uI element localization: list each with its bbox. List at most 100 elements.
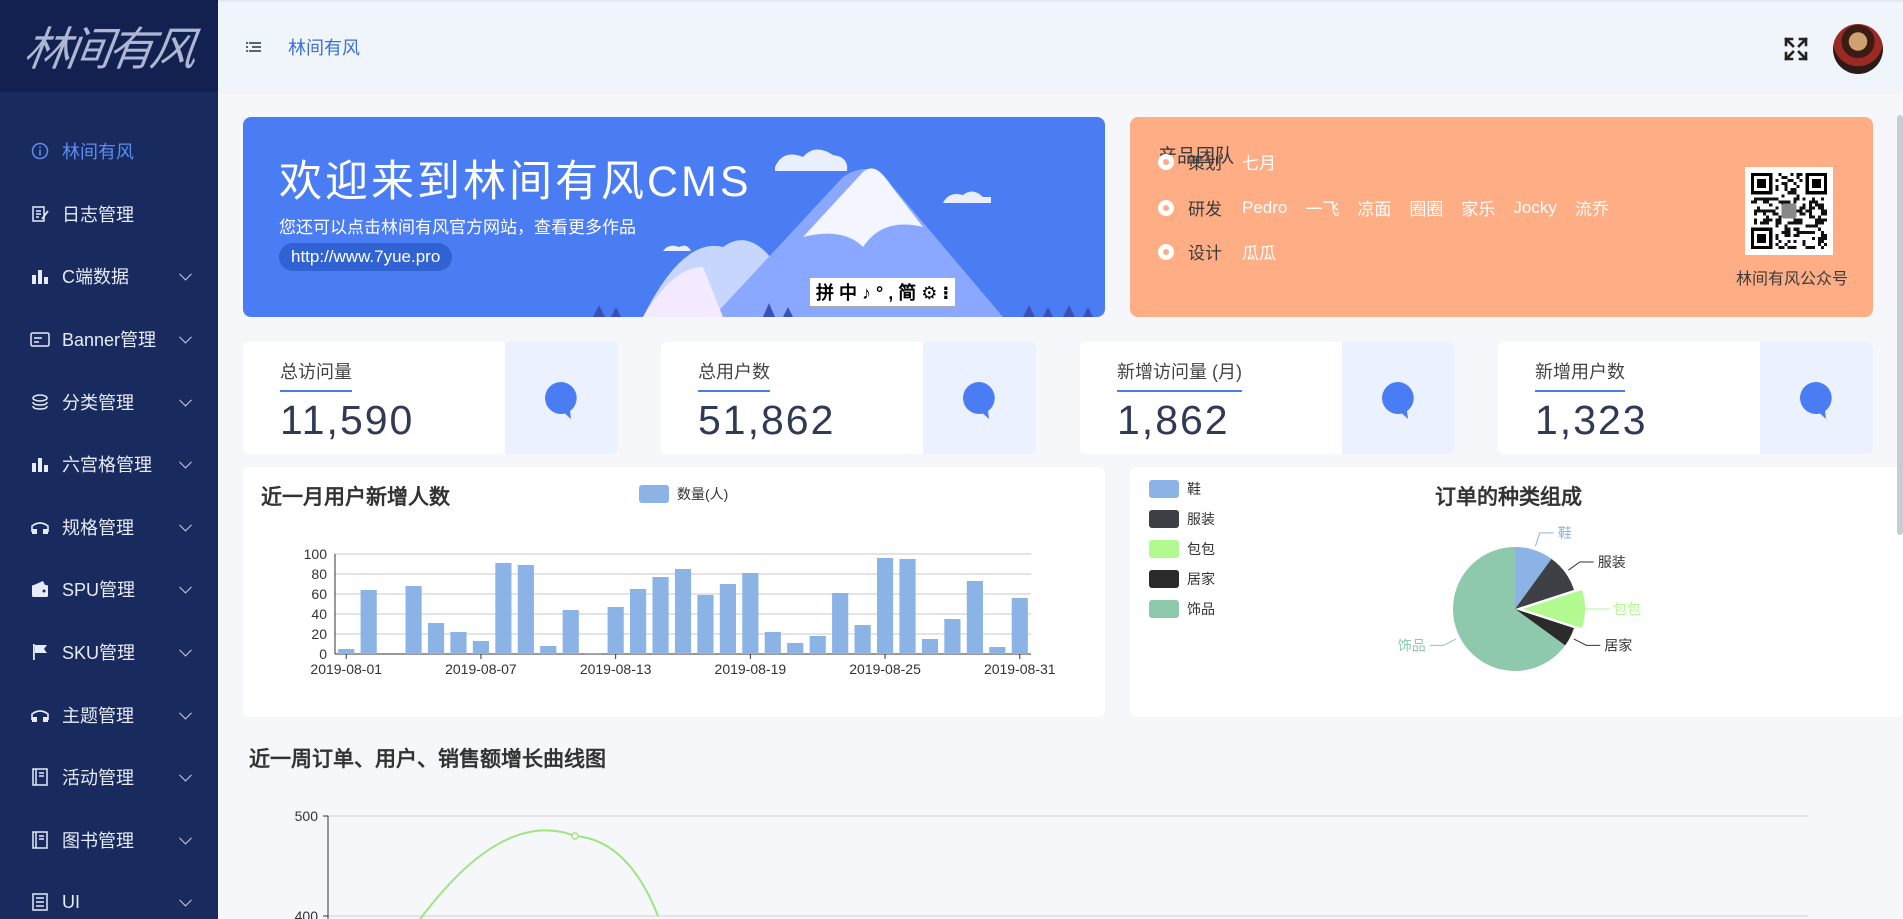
user-avatar[interactable] [1833,24,1883,74]
bar[interactable] [674,569,692,654]
website-link[interactable]: http://www.7yue.pro [279,243,453,271]
sidebar-item-10[interactable]: 活动管理 [0,746,218,809]
bar[interactable] [764,632,781,654]
bar[interactable] [787,643,804,654]
bar[interactable] [944,619,961,654]
bar[interactable] [697,595,714,654]
team-role: 研发 [1188,200,1222,219]
team-row: 设计 瓜瓜 [1158,239,1294,264]
team-member: 瓜瓜 [1242,244,1276,263]
pie-label-line [1568,561,1594,571]
stat-icon-panel [923,342,1036,454]
bar[interactable] [921,639,939,654]
product-team-card: 产品团队 策划 七月 研发 Pedro 一飞 凉面 圈圈 家乐 Jocky 流乔 设计 瓜瓜 林间有风… [1130,117,1873,317]
team-member: 一飞 [1305,200,1340,219]
bar[interactable] [450,632,467,654]
sidebar-item-2[interactable]: C端数据 [0,245,218,308]
ime-toolbar[interactable]: 拼 中 ♪ ° , 简 ⚙ ⁝ [809,277,957,307]
logo-text: 林间有风 [20,22,197,76]
team-member: 凉面 [1357,200,1392,219]
bar[interactable] [427,623,445,654]
chevron-down-icon [179,330,192,344]
bar[interactable] [1011,598,1028,654]
pie-label-line [1573,638,1601,646]
sidebar-item-6[interactable]: 规格管理 [0,496,218,559]
order-types-chart-card: 订单的种类组成 鞋服装 包包 居家 饰品 鞋服装 包包 居家 饰品 [1130,467,1903,717]
team-member: 七月 [1242,154,1276,173]
sidebar-item-8[interactable]: SKU管理 [0,621,218,684]
bar[interactable] [966,581,983,654]
welcome-banner: 欢迎来到林间有风CMS 您还可以点击林间有风官方网站，查看更多作品 http:/… [243,117,1105,317]
stat-value: 1,862 [1117,397,1230,443]
stat-card: 总用户数 51,862 [661,342,1036,454]
bar[interactable] [832,593,849,654]
sidebar-item-11[interactable]: 图书管理 [0,809,218,872]
bar[interactable] [517,565,534,654]
qr-label: 林间有风公众号 [1735,271,1848,288]
stat-icon-panel [505,342,618,454]
collapse-menu-icon[interactable] [246,40,262,54]
page-scrollbar[interactable] [1897,115,1903,535]
stat-label: 新增访问量 (月) [1117,358,1242,392]
bar[interactable] [360,590,377,654]
team-row: 研发 Pedro 一飞 凉面 圈圈 家乐 Jocky 流乔 [1158,195,1627,220]
stat-label: 新增用户数 [1535,358,1625,392]
chat-bubble-icon [1382,382,1414,419]
sidebar-item-1[interactable]: 日志管理 [0,183,218,246]
logo[interactable]: 林间有风 [0,0,218,92]
team-row: 策划 七月 [1158,149,1294,174]
bar[interactable] [876,558,894,654]
line-series[interactable] [408,829,659,919]
chevron-down-icon [179,769,192,782]
sidebar-item-label: 林间有风 [62,142,134,163]
y-tick-label: 20 [311,626,327,642]
team-member: 流乔 [1574,200,1609,219]
bar[interactable] [854,625,871,654]
sidebar-item-0[interactable]: 林间有风 [0,120,218,183]
y-tick-label: 60 [311,586,327,602]
bar[interactable] [495,563,512,654]
line-point[interactable] [571,832,579,840]
bar[interactable] [338,649,355,654]
fullscreen-icon[interactable] [1783,36,1809,62]
team-member: 家乐 [1461,200,1496,219]
bar[interactable] [989,647,1006,654]
bar[interactable] [405,586,422,654]
bar[interactable] [630,589,647,654]
radio-icon [1158,153,1174,170]
sidebar-item-12[interactable]: UI [0,871,218,919]
stat-label: 总访问量 [280,358,352,392]
banner-icon [30,329,50,349]
sidebar-item-4[interactable]: 分类管理 [0,370,218,433]
bar[interactable] [719,584,736,654]
bar-chart-icon [30,454,50,474]
breadcrumb[interactable]: 林间有风 [288,34,360,60]
bar[interactable] [899,559,916,654]
bar[interactable] [607,607,624,654]
sidebar-item-label: 分类管理 [62,392,134,413]
stat-card: 新增用户数 1,323 [1498,342,1873,454]
sidebar-item-9[interactable]: 主题管理 [0,683,218,746]
stat-card: 总访问量 11,590 [243,342,618,454]
bar[interactable] [652,577,669,654]
x-tick-label: 2019-08-07 [445,661,517,677]
bar[interactable] [540,646,557,654]
sidebar-item-5[interactable]: 六宫格管理 [0,433,218,496]
bar[interactable] [472,641,490,654]
bar[interactable] [809,636,826,654]
sidebar-item-label: SPU管理 [62,580,136,601]
sidebar-item-7[interactable]: SPU管理 [0,558,218,621]
top-header: 林间有风 [218,0,1903,92]
wallet-icon [30,579,50,599]
bar[interactable] [585,653,602,654]
sidebar-item-label: 图书管理 [62,830,134,851]
chevron-down-icon [179,706,192,720]
x-tick-label: 2019-08-25 [849,661,921,677]
y-tick-label: 100 [304,546,328,562]
info-icon [30,141,50,161]
sidebar-item-3[interactable]: Banner管理 [0,308,218,371]
y-tick-label: 500 [295,808,319,824]
bar[interactable] [742,573,759,654]
sidebar-item-label: 日志管理 [62,204,134,225]
bar[interactable] [562,610,579,654]
